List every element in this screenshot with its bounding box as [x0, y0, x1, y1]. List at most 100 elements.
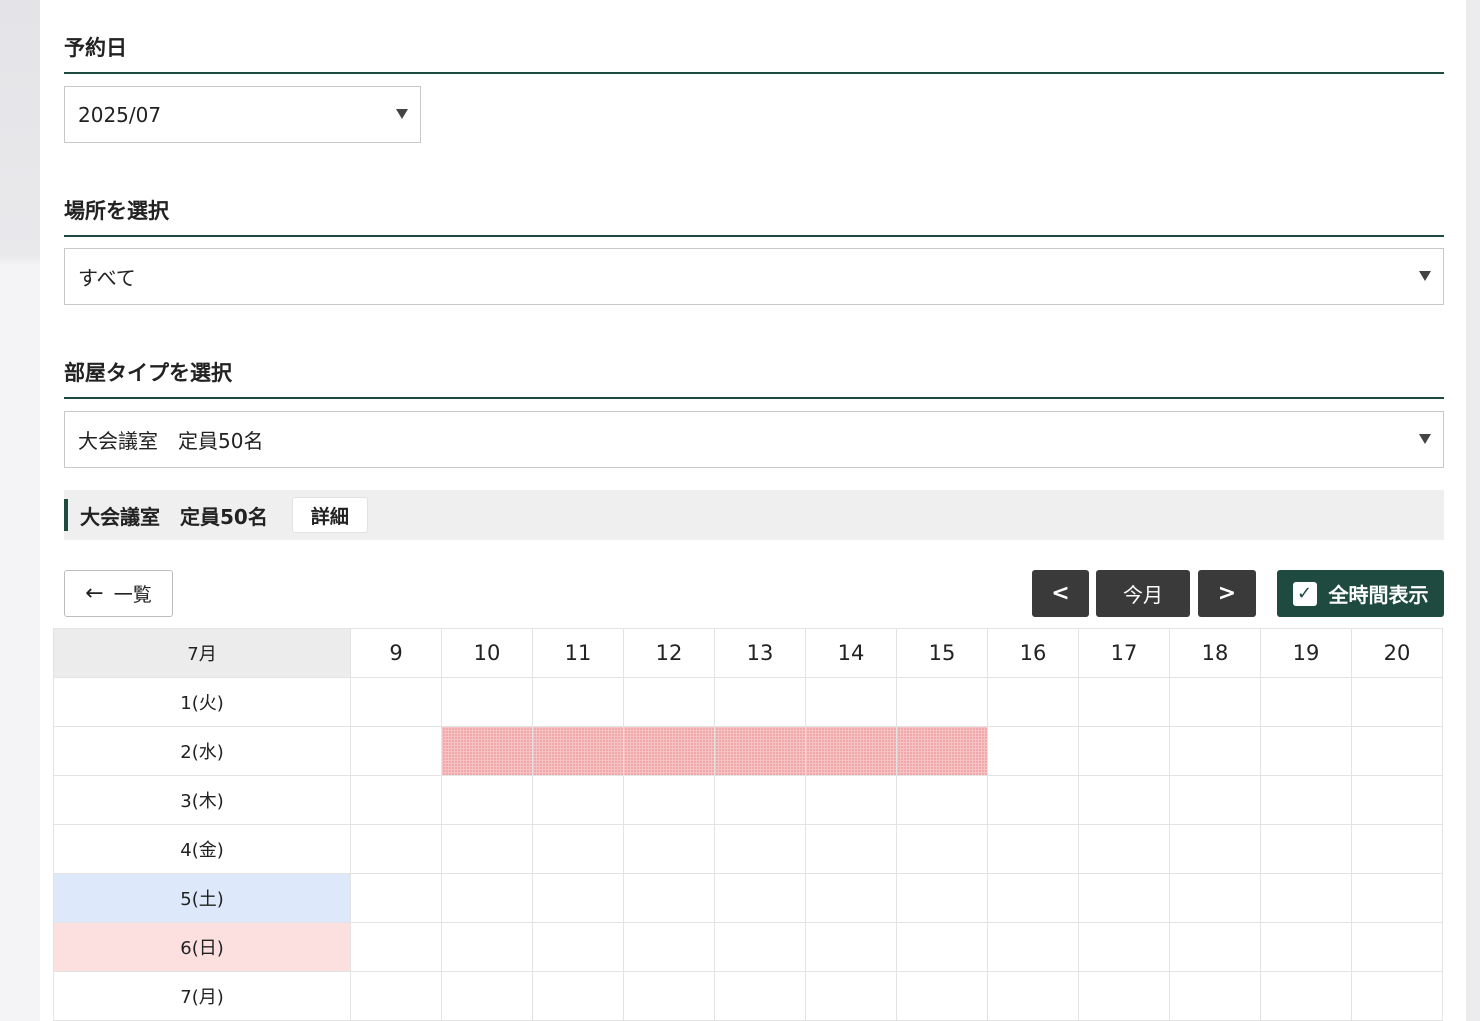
time-slot[interactable] [805, 873, 897, 923]
time-slot[interactable] [987, 922, 1079, 972]
time-slot[interactable] [1260, 873, 1352, 923]
time-slot[interactable] [441, 971, 533, 1021]
time-slot[interactable] [441, 677, 533, 727]
prev-month-button[interactable]: < [1032, 570, 1089, 617]
time-slot[interactable] [896, 824, 988, 874]
time-slot[interactable] [1260, 677, 1352, 727]
place-select[interactable]: すべて [64, 248, 1444, 305]
next-month-button[interactable]: > [1198, 570, 1256, 617]
time-slot[interactable] [623, 971, 715, 1021]
time-slot[interactable] [1260, 922, 1352, 972]
time-slot[interactable] [1169, 726, 1261, 776]
room-header-bar: 大会議室 定員50名 詳細 [64, 490, 1444, 540]
this-month-button[interactable]: 今月 [1096, 570, 1190, 617]
time-slot[interactable] [714, 873, 806, 923]
time-slot[interactable] [1078, 775, 1170, 825]
time-slot[interactable] [1169, 873, 1261, 923]
time-slot[interactable] [1351, 922, 1443, 972]
time-slot[interactable] [441, 922, 533, 972]
time-slot[interactable] [805, 824, 897, 874]
day-label: 6(日) [53, 922, 351, 972]
time-slot[interactable] [350, 775, 442, 825]
time-slot[interactable] [987, 824, 1079, 874]
time-slot[interactable] [623, 677, 715, 727]
time-slot[interactable] [350, 677, 442, 727]
time-slot[interactable] [714, 922, 806, 972]
time-slot[interactable] [1260, 726, 1352, 776]
time-slot[interactable] [896, 873, 988, 923]
time-slot[interactable] [532, 873, 624, 923]
time-slot[interactable] [1169, 677, 1261, 727]
time-slot[interactable] [1169, 922, 1261, 972]
time-slot[interactable] [441, 873, 533, 923]
time-slot[interactable] [714, 824, 806, 874]
time-slot[interactable] [1169, 971, 1261, 1021]
time-slot[interactable] [987, 775, 1079, 825]
hour-header: 14 [805, 628, 897, 678]
time-slot[interactable] [532, 775, 624, 825]
hour-header: 16 [987, 628, 1079, 678]
time-slot[interactable] [987, 677, 1079, 727]
day-label: 1(火) [53, 677, 351, 727]
time-slot[interactable] [1078, 922, 1170, 972]
time-slot[interactable] [1351, 726, 1443, 776]
time-slot[interactable] [1078, 677, 1170, 727]
all-hours-toggle[interactable]: ✓ 全時間表示 [1277, 570, 1444, 617]
time-slot[interactable] [350, 971, 442, 1021]
room-detail-button[interactable]: 詳細 [291, 497, 368, 533]
table-row: 5(土) [53, 873, 1443, 923]
time-slot[interactable] [441, 824, 533, 874]
time-slot[interactable] [714, 775, 806, 825]
time-slot[interactable] [350, 824, 442, 874]
time-slot[interactable] [1351, 677, 1443, 727]
time-slot[interactable] [1351, 775, 1443, 825]
time-slot[interactable] [1078, 873, 1170, 923]
time-slot[interactable] [1260, 971, 1352, 1021]
time-slot[interactable] [441, 775, 533, 825]
time-slot[interactable] [896, 775, 988, 825]
time-slot[interactable] [350, 726, 442, 776]
page-background-right [1466, 0, 1480, 1021]
time-slot[interactable] [896, 677, 988, 727]
time-slot[interactable] [532, 971, 624, 1021]
time-slot[interactable] [987, 971, 1079, 1021]
time-slot[interactable] [714, 971, 806, 1021]
time-slot[interactable] [1351, 873, 1443, 923]
hour-header: 9 [350, 628, 442, 678]
booked-slot [896, 726, 988, 776]
time-slot[interactable] [1078, 971, 1170, 1021]
date-select[interactable]: 2025/07 [64, 86, 421, 143]
table-row: 2(水) [53, 726, 1443, 776]
time-slot[interactable] [350, 922, 442, 972]
time-slot[interactable] [1078, 824, 1170, 874]
time-slot[interactable] [1260, 775, 1352, 825]
time-slot[interactable] [896, 922, 988, 972]
day-label: 4(金) [53, 824, 351, 874]
room-type-select[interactable]: 大会議室 定員50名 [64, 411, 1444, 468]
time-slot[interactable] [532, 922, 624, 972]
time-slot[interactable] [1351, 971, 1443, 1021]
time-slot[interactable] [714, 677, 806, 727]
time-slot[interactable] [805, 922, 897, 972]
time-slot[interactable] [623, 873, 715, 923]
time-slot[interactable] [987, 873, 1079, 923]
back-to-list-button[interactable]: ← 一覧 [64, 570, 173, 617]
time-slot[interactable] [1169, 824, 1261, 874]
time-slot[interactable] [1169, 775, 1261, 825]
time-slot[interactable] [805, 775, 897, 825]
time-slot[interactable] [1260, 824, 1352, 874]
time-slot[interactable] [623, 824, 715, 874]
time-slot[interactable] [805, 971, 897, 1021]
time-slot[interactable] [987, 726, 1079, 776]
booked-slot [805, 726, 897, 776]
time-slot[interactable] [532, 677, 624, 727]
time-slot[interactable] [805, 677, 897, 727]
time-slot[interactable] [532, 824, 624, 874]
time-slot[interactable] [1351, 824, 1443, 874]
time-slot[interactable] [1078, 726, 1170, 776]
hour-header: 18 [1169, 628, 1261, 678]
time-slot[interactable] [896, 971, 988, 1021]
time-slot[interactable] [623, 775, 715, 825]
time-slot[interactable] [350, 873, 442, 923]
time-slot[interactable] [623, 922, 715, 972]
